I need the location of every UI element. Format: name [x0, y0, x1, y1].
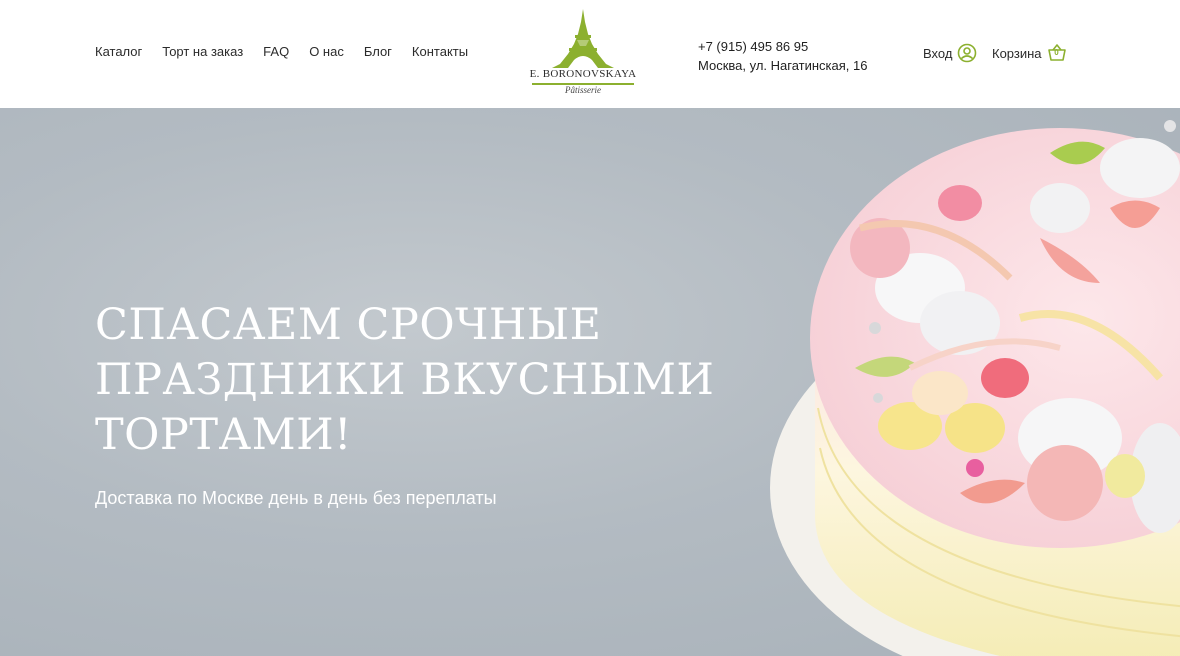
cart-button[interactable]: Корзина 0: [992, 43, 1067, 63]
logo-subtitle: Pâtisserie: [565, 85, 601, 95]
logo-name: E. BORONOVSKAYA: [529, 68, 637, 80]
cake-image: [770, 120, 1180, 656]
nav-item-blog[interactable]: Блог: [364, 44, 392, 59]
user-circle-icon: [957, 43, 977, 63]
cart-count-badge: 0: [1054, 48, 1059, 57]
login-button[interactable]: Вход: [923, 43, 977, 63]
hero-banner: Спасаем срочные праздники вкусными торта…: [0, 108, 1180, 656]
nav-item-catalog[interactable]: Каталог: [95, 44, 142, 59]
hero-title-line: Спасаем срочные: [95, 300, 602, 350]
eiffel-tower-icon: [552, 9, 614, 68]
hero-title-line: тортами!: [95, 410, 352, 460]
login-label: Вход: [923, 45, 953, 61]
basket-icon: 0: [1047, 43, 1067, 63]
site-header: Каталог Торт на заказ FAQ О нас Блог Кон…: [0, 0, 1180, 108]
brand-logo[interactable]: E. BORONOVSKAYA Pâtisserie: [528, 8, 638, 100]
nav-item-about[interactable]: О нас: [309, 44, 344, 59]
nav-item-custom-cake[interactable]: Торт на заказ: [162, 44, 243, 59]
cart-label: Корзина: [992, 45, 1042, 61]
main-nav: Каталог Торт на заказ FAQ О нас Блог Кон…: [95, 44, 468, 59]
nav-item-contacts[interactable]: Контакты: [412, 44, 468, 59]
hero-subtitle: Доставка по Москве день в день без переп…: [95, 488, 497, 508]
address: Москва, ул. Нагатинская, 16: [698, 58, 868, 73]
hero-title-line: праздники вкусными: [95, 355, 715, 405]
phone-number[interactable]: +7 (915) 495 86 95: [698, 37, 867, 56]
hero-title: Спасаем срочные праздники вкусными торта…: [95, 298, 715, 463]
nav-item-faq[interactable]: FAQ: [263, 44, 289, 59]
contact-info: +7 (915) 495 86 95 Москва, ул. Нагатинск…: [698, 37, 867, 75]
